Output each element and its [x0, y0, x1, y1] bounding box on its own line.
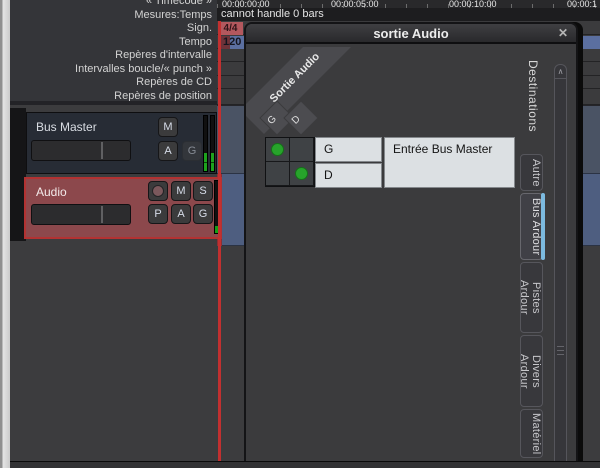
ardour-editor-window: « Timecode » Mesures:Temps Sign. Tempo R…	[0, 0, 600, 468]
ruler-label-cd-markers[interactable]: Repères de CD	[12, 75, 212, 89]
scroll-up-icon[interactable]: ∧	[555, 65, 566, 79]
record-arm-button[interactable]	[148, 181, 168, 201]
tab-pistes-ardour[interactable]: Pistes Ardour	[518, 262, 543, 333]
tab-materiel[interactable]: Matériel	[520, 409, 543, 458]
destinations-heading: Destinations	[526, 60, 540, 133]
gain-fader[interactable]	[31, 140, 131, 161]
ruler-label-tempo[interactable]: Tempo	[12, 35, 212, 49]
ruler-label-location-markers[interactable]: Repères de position	[12, 89, 212, 101]
track-header-bus-master[interactable]: Bus Master M A G	[26, 112, 217, 174]
dialog-title: sortie Audio	[373, 26, 449, 41]
matrix-cell[interactable]	[290, 162, 313, 185]
ruler-label-loop-punch[interactable]: Intervalles boucle/« punch »	[12, 62, 212, 76]
ruler-label-signature[interactable]: Sign.	[12, 21, 212, 35]
ruler-label-range-markers[interactable]: Repères d'intervalle	[12, 48, 212, 62]
record-icon	[152, 185, 164, 197]
matrix-source-title: Sortie Audio	[268, 50, 323, 105]
matrix-cell[interactable]	[290, 138, 313, 161]
edit-area-left-edge	[218, 21, 221, 462]
selected-tab-accent	[541, 193, 545, 260]
ruler-label-measures[interactable]: Mesures:Temps	[12, 8, 212, 22]
matrix-row-label-g: G	[315, 137, 382, 162]
matrix-col-g: G	[266, 113, 279, 126]
connection-dot[interactable]	[295, 167, 308, 180]
timecode-ruler[interactable]: 00:00:00:00 00:00:05:00 00:00:10:00 00:0…	[217, 0, 600, 9]
window-left-scrollbar[interactable]	[0, 0, 10, 468]
scrollbar-grip[interactable]	[557, 346, 564, 357]
track-name-label[interactable]: Audio	[36, 185, 67, 199]
automation-button[interactable]: A	[171, 204, 191, 224]
group-button[interactable]: G	[182, 141, 202, 161]
routing-matrix-grid	[265, 137, 315, 187]
signature-marker[interactable]: 4/4	[218, 22, 243, 35]
matrix-cell[interactable]	[266, 162, 289, 185]
window-bottom-edge	[10, 461, 600, 468]
fader-handle[interactable]	[100, 206, 103, 223]
track-header-audio[interactable]: Audio M S P A G	[24, 177, 222, 239]
gain-fader[interactable]	[31, 204, 131, 225]
ruler-label-timecode[interactable]: « Timecode »	[12, 0, 212, 8]
matrix-destination-group: Entrée Bus Master	[384, 137, 515, 188]
matrix-cell[interactable]	[266, 138, 289, 161]
ruler-label-column: « Timecode » Mesures:Temps Sign. Tempo R…	[10, 0, 217, 105]
level-meter-right	[210, 115, 215, 172]
level-meter-left	[203, 115, 208, 172]
dialog-vertical-scrollbar[interactable]: ∧	[554, 64, 567, 468]
group-button[interactable]: G	[193, 204, 213, 224]
routing-dialog: sortie Audio ✕ Sortie Audio G D G D Entr…	[244, 22, 578, 468]
automation-button[interactable]: A	[158, 141, 178, 161]
tab-divers-ardour[interactable]: Divers Ardour	[518, 335, 543, 407]
tab-autre[interactable]: Autre	[520, 154, 543, 191]
matrix-row-label-d: D	[315, 163, 382, 188]
track-name-label[interactable]: Bus Master	[36, 120, 97, 134]
close-icon[interactable]: ✕	[558, 24, 568, 43]
connection-dot[interactable]	[271, 143, 284, 156]
mute-button[interactable]: M	[171, 181, 191, 201]
measures-ruler[interactable]: cannot handle 0 bars	[217, 8, 600, 21]
playlist-button[interactable]: P	[148, 204, 168, 224]
solo-button[interactable]: S	[193, 181, 213, 201]
matrix-col-d: D	[290, 114, 303, 127]
mute-button[interactable]: M	[158, 117, 178, 137]
tab-bus-ardour[interactable]: Bus Ardour	[520, 193, 543, 260]
fader-handle[interactable]	[100, 142, 103, 159]
dialog-titlebar[interactable]: sortie Audio ✕	[246, 24, 576, 44]
